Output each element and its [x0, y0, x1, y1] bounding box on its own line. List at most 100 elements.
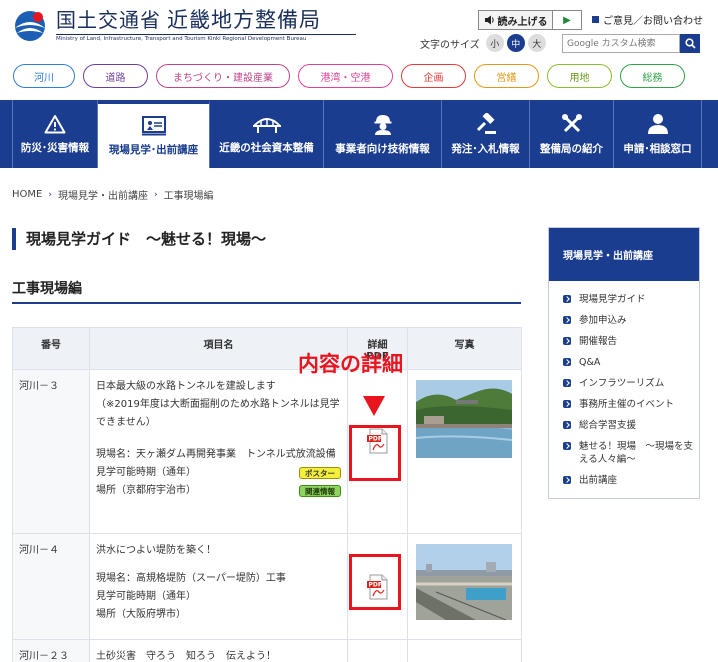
warning-icon — [44, 114, 66, 133]
category-river[interactable]: 河川 — [13, 64, 75, 88]
sidebar-item-learning[interactable]: 総合学習支援 — [563, 419, 699, 432]
annotation-arrow-icon — [363, 396, 385, 416]
opinion-label: ご意見／お問い合わせ — [603, 16, 703, 27]
table-row: 河川－４ 洪水につよい堤防を築く！ 現場名：高規格堤防（スーパー堤防）工事 見学… — [12, 533, 522, 640]
person-icon — [647, 113, 668, 134]
category-urban[interactable]: まちづくり・建設産業 — [156, 64, 290, 88]
gnav-label: 近畿の社会資本整備 — [219, 141, 314, 154]
square-bullet-icon — [592, 16, 599, 23]
search-input[interactable] — [562, 34, 680, 53]
gnav-bidding[interactable]: 発注･入札情報 — [442, 100, 530, 168]
chevron-right-icon — [563, 358, 571, 366]
category-label: 港湾・空港 — [320, 72, 371, 84]
category-port[interactable]: 港湾・空港 — [298, 64, 393, 88]
chevron-right-icon — [563, 295, 571, 303]
breadcrumb: HOME › 現場見学・出前講座 › 工事現場編 — [12, 187, 214, 202]
sidebar-item-apply[interactable]: 参加申込み — [563, 314, 699, 327]
gnav-tech-info[interactable]: 事業者向け技術情報 — [324, 100, 442, 168]
breadcrumb-home[interactable]: HOME — [12, 189, 42, 200]
poster-button[interactable]: ポスター — [299, 467, 341, 479]
sidebar-item-report[interactable]: 開催報告 — [563, 335, 699, 348]
chevron-right-icon — [563, 421, 571, 429]
category-label: 用地 — [569, 72, 590, 84]
read-aloud-control: 読み上げる ▶ — [478, 10, 582, 30]
gnav-label: 申請･相談窓口 — [623, 142, 692, 155]
category-land[interactable]: 用地 — [547, 64, 612, 88]
header-photo: 写真 — [407, 327, 522, 370]
row-period: 見学可能時期（通年） — [96, 467, 196, 478]
sidebar-item-label: インフラツーリズム — [579, 378, 665, 389]
row-site-name: 現場名：高規格堤防（スーパー堤防）工事 — [96, 573, 286, 584]
row-title: 日本最大級の水路トンネルを建設します — [96, 381, 276, 392]
category-planning[interactable]: 企画 — [401, 64, 466, 88]
opinion-link[interactable]: ご意見／お問い合わせ — [592, 12, 703, 27]
row-title: 土砂災害 守ろう 知ろう 伝えよう！ — [96, 651, 276, 662]
sidebar-item-guide[interactable]: 現場見学ガイド — [563, 293, 699, 306]
font-size-label: 文字のサイズ — [420, 39, 480, 51]
row-site-name: 現場名：天ヶ瀬ダム再開発事業 トンネル式放流設備 — [96, 449, 336, 460]
gnav-label: 整備局の紹介 — [540, 142, 603, 155]
sidebar-title[interactable]: 現場見学・出前講座 — [549, 228, 699, 281]
row-number: 河川－２３ — [12, 639, 90, 662]
sidebar-item-label: 現場見学ガイド — [579, 294, 646, 305]
category-label: 道路 — [105, 72, 126, 84]
chevron-right-icon: › — [153, 189, 158, 200]
gnav-infrastructure[interactable]: 近畿の社会資本整備 — [210, 100, 324, 168]
row-content: 日本最大級の水路トンネルを建設します （※2019年度は大断面掘削のため水路トン… — [89, 369, 348, 534]
category-general[interactable]: 総務 — [620, 64, 685, 88]
row-note: （※2019年度は大断面掘削のため水路トンネルは見学できません） — [96, 399, 340, 428]
logo-bureau: 近畿地方整備局 — [167, 8, 321, 32]
site-visit-table: 番号 項目名 詳細 PDF 写真 河川－３ 日本最大級の水路トンネルを建設します … — [12, 327, 522, 662]
row-photo-cell — [407, 369, 522, 534]
read-aloud-button[interactable]: 読み上げる — [479, 11, 553, 29]
header-number: 番号 — [12, 327, 90, 370]
gnav-site-visit[interactable]: 現場見学･出前講座 — [98, 100, 210, 168]
gnav-label: 発注･入札情報 — [451, 142, 520, 155]
chevron-right-icon — [563, 476, 571, 484]
row-photo-cell — [407, 639, 522, 662]
sidebar: 現場見学・出前講座 現場見学ガイド 参加申込み 開催報告 Q&A インフラツーリ… — [548, 227, 700, 499]
category-road[interactable]: 道路 — [83, 64, 148, 88]
font-size-medium-button[interactable]: 中 — [506, 34, 525, 52]
row-pdf-cell — [347, 639, 408, 662]
category-label: 営繕 — [496, 72, 517, 84]
sidebar-item-office-events[interactable]: 事務所主催のイベント — [563, 398, 699, 411]
sidebar-item-label: 総合学習支援 — [579, 420, 637, 431]
site-logo[interactable]: 国土交通省 近畿地方整備局 Ministry of Land, Infrastru… — [10, 8, 356, 46]
gnav-contact[interactable]: 申請･相談窓口 — [614, 100, 702, 168]
sidebar-item-label: 魅せる！現場 ～現場を支える人々編～ — [579, 441, 694, 465]
sidebar-item-people[interactable]: 魅せる！現場 ～現場を支える人々編～ — [563, 440, 699, 466]
dam-tunnel-photo[interactable] — [415, 380, 513, 458]
row-number: 河川－３ — [12, 369, 90, 534]
sidebar-item-label: Q&A — [579, 357, 601, 368]
breadcrumb-site-visit[interactable]: 現場見学・出前講座 — [58, 187, 148, 202]
play-button[interactable]: ▶ — [553, 11, 581, 29]
chevron-right-icon — [563, 316, 571, 324]
mlit-logo-icon — [10, 8, 50, 46]
font-size-large-button[interactable]: 大 — [527, 34, 546, 52]
related-info-button[interactable]: 関連情報 — [299, 485, 341, 497]
site-header: 国土交通省 近畿地方整備局 Ministry of Land, Infrastru… — [0, 0, 718, 60]
gnav-label: 防災･災害情報 — [20, 141, 90, 154]
row-period: 見学可能時期（通年） — [96, 591, 196, 602]
worker-icon — [374, 114, 391, 135]
sidebar-item-faq[interactable]: Q&A — [563, 356, 699, 369]
gnav-disaster[interactable]: 防災･災害情報 — [12, 100, 98, 168]
levee-photo[interactable] — [416, 544, 512, 621]
row-content: 土砂災害 守ろう 知ろう 伝えよう！ — [89, 639, 348, 662]
gnav-label: 現場見学･出前講座 — [108, 143, 199, 156]
search-button[interactable] — [680, 34, 700, 53]
category-label: 企画 — [423, 72, 444, 84]
row-number: 河川－４ — [12, 533, 90, 640]
table-row: 河川－３ 日本最大級の水路トンネルを建設します （※2019年度は大断面掘削のた… — [12, 369, 522, 534]
speaker-icon — [484, 15, 494, 25]
sidebar-item-label: 参加申込み — [579, 315, 627, 326]
row-photo-cell — [407, 533, 522, 640]
sidebar-item-infra-tourism[interactable]: インフラツーリズム — [563, 377, 699, 390]
presentation-icon — [141, 115, 166, 135]
font-size-small-button[interactable]: 小 — [485, 34, 504, 52]
sidebar-item-lecture[interactable]: 出前講座 — [563, 474, 699, 487]
gnav-about[interactable]: 整備局の紹介 — [530, 100, 614, 168]
category-building[interactable]: 営繕 — [474, 64, 539, 88]
section-title: 工事現場編 — [12, 278, 521, 304]
